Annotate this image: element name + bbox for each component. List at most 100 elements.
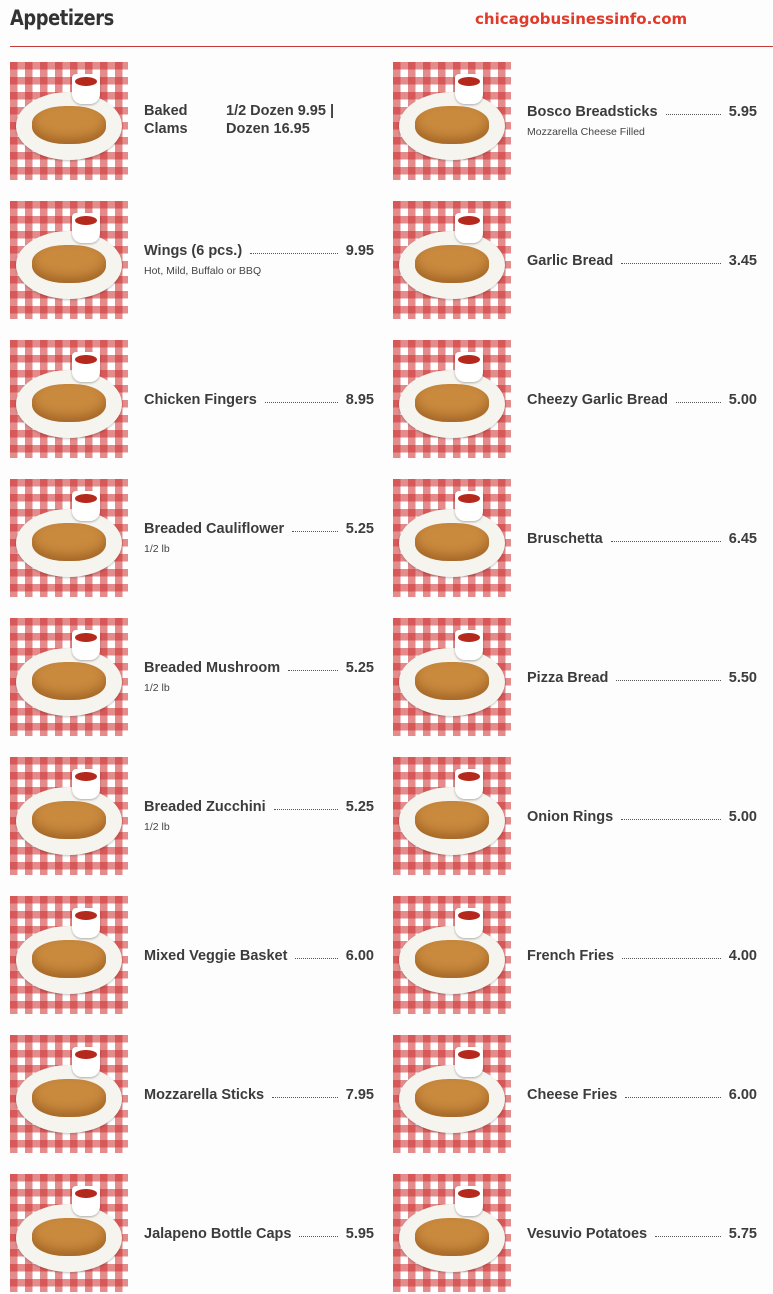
sauce-cup-icon <box>72 630 100 660</box>
food-icon <box>32 1218 106 1256</box>
food-icon <box>32 662 106 700</box>
item-name: Garlic Bread <box>527 253 614 269</box>
sauce-cup-icon <box>455 1186 483 1216</box>
menu-item[interactable]: Baked Clams 1/2 Dozen 9.95 | Dozen 16.95 <box>10 62 385 182</box>
item-price: 5.25 <box>345 660 374 676</box>
food-icon <box>415 245 489 283</box>
food-icon <box>32 523 106 561</box>
item-price: 5.00 <box>728 809 757 825</box>
menu-item[interactable]: Breaded Zucchini 5.25 1/2 lb <box>10 757 385 877</box>
food-photo[interactable] <box>10 1035 128 1153</box>
item-description: Mozzarella Cheese Filled <box>527 126 645 138</box>
menu-item[interactable]: Wings (6 pcs.) 9.95 Hot, Mild, Buffalo or … <box>10 201 385 321</box>
menu-item[interactable]: Bruschetta 6.45 <box>393 479 768 599</box>
dotted-leader <box>676 402 721 403</box>
page-title: Appetizers <box>10 6 114 30</box>
food-icon <box>32 384 106 422</box>
dotted-leader <box>292 531 338 532</box>
item-description: 1/2 lb <box>144 821 170 833</box>
item-price: 6.45 <box>728 531 757 547</box>
item-price: 1/2 Dozen 9.95 | Dozen 16.95 <box>226 102 334 138</box>
food-photo[interactable] <box>393 1035 511 1153</box>
item-name: French Fries <box>527 948 615 964</box>
food-photo[interactable] <box>10 896 128 1014</box>
food-icon <box>415 523 489 561</box>
food-photo[interactable] <box>10 618 128 736</box>
dotted-leader <box>621 263 721 264</box>
dotted-leader <box>265 402 338 403</box>
item-name: Vesuvio Potatoes <box>527 1226 648 1242</box>
sauce-cup-icon <box>455 908 483 938</box>
menu-item[interactable]: Jalapeno Bottle Caps 5.95 <box>10 1174 385 1294</box>
dotted-leader <box>616 680 721 681</box>
food-photo[interactable] <box>393 479 511 597</box>
item-price: 5.00 <box>728 392 757 408</box>
food-photo[interactable] <box>10 340 128 458</box>
item-description: Hot, Mild, Buffalo or BBQ <box>144 265 262 277</box>
item-price: 6.00 <box>345 948 374 964</box>
item-price: 5.25 <box>345 799 374 815</box>
dotted-leader <box>611 541 721 542</box>
food-icon <box>32 106 106 144</box>
sauce-cup-icon <box>455 352 483 382</box>
item-name: Bosco Breadsticks <box>527 104 658 120</box>
sauce-cup-icon <box>455 769 483 799</box>
item-name: Breaded Cauliflower <box>144 521 285 537</box>
sauce-cup-icon <box>455 1047 483 1077</box>
menu-item[interactable]: Onion Rings 5.00 <box>393 757 768 877</box>
menu-item[interactable]: Breaded Cauliflower 5.25 1/2 lb <box>10 479 385 599</box>
item-price: 8.95 <box>345 392 374 408</box>
menu-item[interactable]: Vesuvio Potatoes 5.75 <box>393 1174 768 1294</box>
sauce-cup-icon <box>455 74 483 104</box>
food-icon <box>415 1079 489 1117</box>
food-photo[interactable] <box>393 62 511 180</box>
food-photo[interactable] <box>10 1174 128 1292</box>
food-photo[interactable] <box>10 62 128 180</box>
menu-item[interactable]: Mozzarella Sticks 7.95 <box>10 1035 385 1155</box>
item-price: 5.25 <box>345 521 374 537</box>
item-description: 1/2 lb <box>144 543 170 555</box>
food-photo[interactable] <box>393 757 511 875</box>
sauce-cup-icon <box>72 74 100 104</box>
menu-item[interactable]: Cheese Fries 6.00 <box>393 1035 768 1155</box>
menu-item[interactable]: Cheezy Garlic Bread 5.00 <box>393 340 768 460</box>
sauce-cup-icon <box>72 1047 100 1077</box>
food-icon <box>415 1218 489 1256</box>
dotted-leader <box>621 819 721 820</box>
menu-item[interactable]: Mixed Veggie Basket 6.00 <box>10 896 385 1016</box>
item-price: 7.95 <box>345 1087 374 1103</box>
item-name: Pizza Bread <box>527 670 609 686</box>
item-name: Cheese Fries <box>527 1087 618 1103</box>
menu-item[interactable]: Garlic Bread 3.45 <box>393 201 768 321</box>
food-photo[interactable] <box>393 201 511 319</box>
menu-item[interactable]: Bosco Breadsticks 5.95 Mozzarella Cheese F… <box>393 62 768 182</box>
menu-item[interactable]: Pizza Bread 5.50 <box>393 618 768 738</box>
item-price: 5.75 <box>728 1226 757 1242</box>
food-photo[interactable] <box>393 1174 511 1292</box>
food-photo[interactable] <box>393 896 511 1014</box>
item-name: Bruschetta <box>527 531 603 547</box>
item-name: Onion Rings <box>527 809 614 825</box>
brand-watermark[interactable]: chicagobusinessinfo.com <box>475 10 687 28</box>
menu-item[interactable]: French Fries 4.00 <box>393 896 768 1016</box>
food-photo[interactable] <box>10 757 128 875</box>
item-name-line: Baked <box>144 103 188 119</box>
item-description: 1/2 lb <box>144 682 170 694</box>
menu-item[interactable]: Breaded Mushroom 5.25 1/2 lb <box>10 618 385 738</box>
food-icon <box>415 662 489 700</box>
food-photo[interactable] <box>393 618 511 736</box>
item-price: 9.95 <box>345 243 374 259</box>
food-icon <box>32 801 106 839</box>
food-icon <box>415 940 489 978</box>
item-name: Mozzarella Sticks <box>144 1087 265 1103</box>
sauce-cup-icon <box>72 213 100 243</box>
item-name: Breaded Zucchini <box>144 799 266 815</box>
food-photo[interactable] <box>10 479 128 597</box>
food-photo[interactable] <box>10 201 128 319</box>
sauce-cup-icon <box>72 491 100 521</box>
menu-item[interactable]: Chicken Fingers 8.95 <box>10 340 385 460</box>
food-photo[interactable] <box>393 340 511 458</box>
dotted-leader <box>299 1236 338 1237</box>
item-price: 5.95 <box>728 104 757 120</box>
food-icon <box>32 1079 106 1117</box>
